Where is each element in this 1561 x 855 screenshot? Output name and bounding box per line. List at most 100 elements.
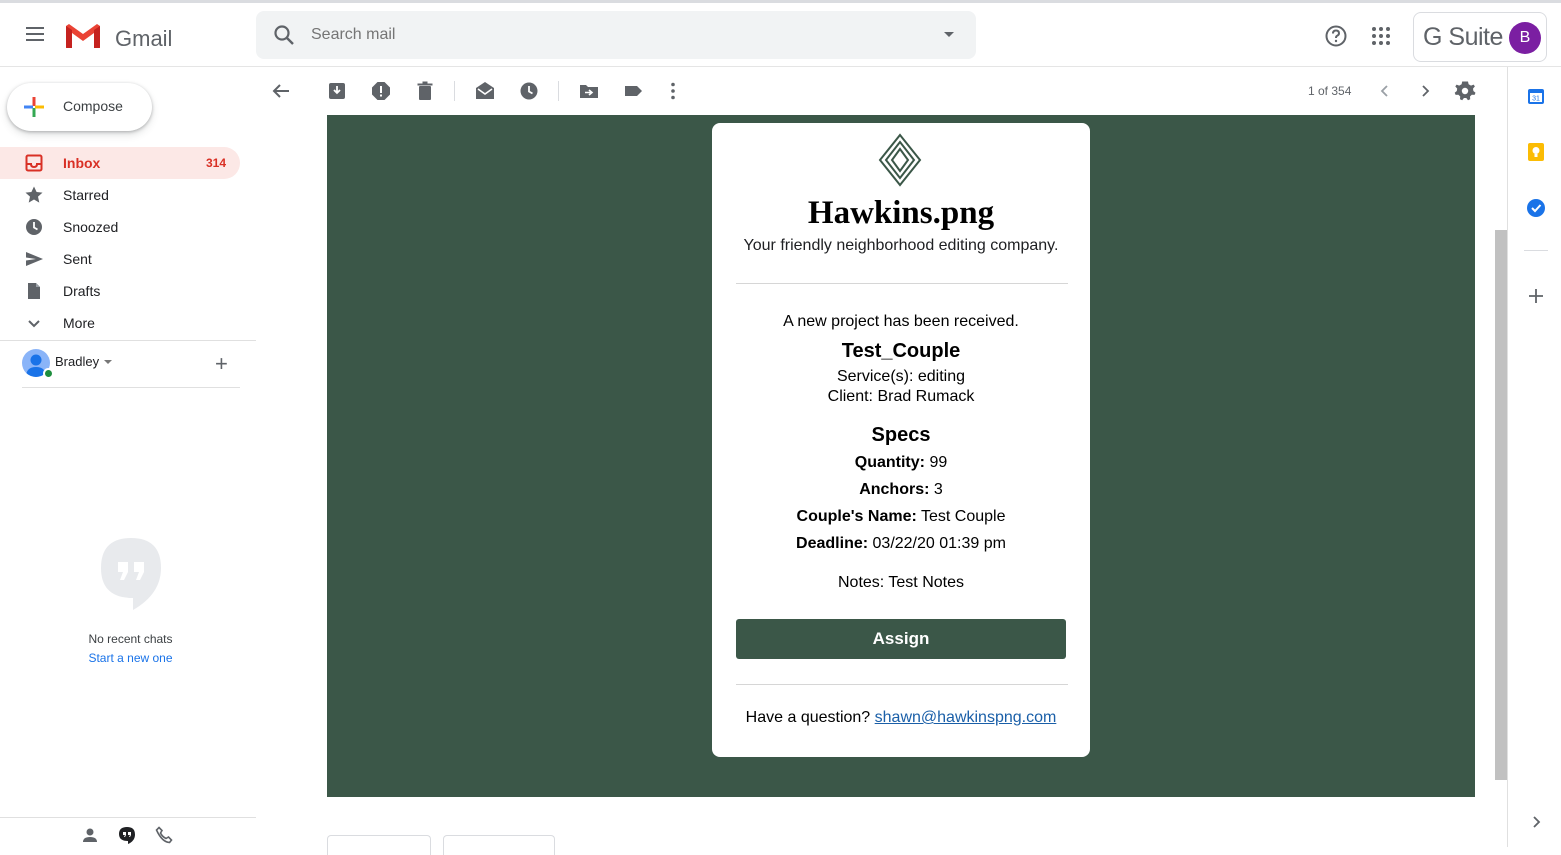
chevron-down-icon	[28, 320, 40, 328]
archive-icon[interactable]	[326, 80, 348, 102]
email-card: Hawkins.png Your friendly neighborhood e…	[712, 123, 1090, 757]
snooze-clock-icon[interactable]	[518, 80, 540, 102]
hangouts-quote-icon	[101, 538, 161, 610]
sidebar-item-label: More	[63, 315, 95, 331]
reply-button[interactable]	[327, 835, 431, 855]
sidebar-item-starred[interactable]: Starred	[0, 179, 240, 211]
sidebar-item-label: Drafts	[63, 283, 101, 299]
delete-trash-icon[interactable]	[414, 80, 436, 102]
spec-couples-name: Couple's Name: Test Couple	[712, 508, 1090, 526]
spec-value: Test Couple	[920, 508, 1006, 525]
spec-quantity: Quantity: 99	[712, 454, 1090, 472]
search-input[interactable]	[311, 23, 911, 47]
star-icon	[25, 186, 43, 203]
sidebar-divider	[0, 340, 256, 341]
older-chevron-right-icon[interactable]	[1414, 80, 1436, 102]
svg-text:31: 31	[1532, 96, 1540, 103]
toolbar-divider	[454, 81, 455, 101]
get-addons-plus-icon[interactable]	[1526, 286, 1546, 306]
main-menu-icon[interactable]	[22, 23, 48, 47]
question-text: Have a question?	[745, 709, 871, 726]
help-icon[interactable]	[1325, 25, 1347, 47]
report-spam-icon[interactable]	[370, 80, 392, 102]
clock-icon	[26, 219, 42, 235]
toolbar-divider	[558, 81, 559, 101]
search-options-caret-icon[interactable]	[944, 32, 954, 37]
send-icon	[26, 252, 43, 266]
sidebar-item-sent[interactable]: Sent	[0, 243, 240, 275]
side-panel: 31	[1507, 67, 1561, 847]
specs-heading: Specs	[871, 424, 931, 446]
assign-button[interactable]: Assign	[736, 619, 1066, 659]
sidebar-item-snoozed[interactable]: Snoozed	[0, 211, 240, 243]
sidebar-item-label: Sent	[63, 251, 92, 267]
sidebar-bottom-bar	[0, 817, 256, 847]
forward-button[interactable]	[443, 835, 555, 855]
no-recent-chats-text: No recent chats	[88, 632, 173, 646]
spec-label: Anchors:	[859, 481, 930, 498]
sidebar: Compose Inbox 314 Starred Snoozed Sent D…	[0, 67, 256, 847]
hangouts-user-row[interactable]: Bradley +	[20, 347, 240, 381]
tasks-check-icon[interactable]	[1526, 198, 1546, 218]
settings-gear-icon[interactable]	[1454, 80, 1476, 102]
apps-grid-icon[interactable]	[1371, 26, 1391, 46]
project-services: Service(s): editing	[836, 368, 966, 385]
sidebar-item-label: Inbox	[63, 155, 101, 171]
contact-email-link[interactable]: shawn@hawkinspng.com	[875, 709, 1057, 726]
draft-icon	[28, 283, 40, 299]
brand-tagline: Your friendly neighborhood editing compa…	[743, 237, 1059, 254]
mark-unread-icon[interactable]	[474, 80, 496, 102]
email-body-background: Hawkins.png Your friendly neighborhood e…	[327, 115, 1475, 797]
compose-label: Compose	[63, 98, 123, 114]
card-divider	[736, 684, 1068, 685]
compose-button[interactable]: Compose	[7, 83, 152, 131]
account-avatar[interactable]: B	[1509, 22, 1541, 54]
gsuite-label: G Suite	[1423, 23, 1503, 51]
search-icon[interactable]	[272, 23, 296, 47]
gmail-wordmark[interactable]: Gmail	[115, 26, 172, 52]
compose-plus-icon	[24, 97, 44, 117]
sidebar-item-label: Starred	[63, 187, 109, 203]
move-to-folder-icon[interactable]	[578, 80, 600, 102]
hangouts-chat-icon[interactable]	[118, 826, 136, 844]
online-status-dot	[43, 368, 54, 379]
message-toolbar: 1 of 354	[256, 67, 1491, 115]
newer-chevron-left-icon[interactable]	[1374, 80, 1396, 102]
start-new-chat-link[interactable]: Start a new one	[0, 651, 261, 665]
phone-icon[interactable]	[155, 826, 173, 844]
back-arrow-icon[interactable]	[270, 80, 292, 102]
sidebar-item-drafts[interactable]: Drafts	[0, 275, 240, 307]
keep-bulb-icon[interactable]	[1526, 142, 1546, 162]
hangouts-divider	[22, 387, 240, 388]
project-notice: A new project has been received.	[783, 313, 1019, 330]
spec-value: 99	[929, 454, 948, 471]
card-divider	[736, 283, 1068, 284]
inbox-count-badge: 314	[205, 156, 226, 170]
gsuite-account-box[interactable]: G Suite B	[1413, 12, 1547, 62]
inbox-icon	[25, 154, 43, 172]
top-bar: Gmail G Suite B	[0, 0, 1561, 67]
contact-line: Have a question? shawn@hawkinspng.com	[712, 709, 1090, 727]
gmail-logo-icon[interactable]	[64, 22, 102, 50]
project-client: Client: Brad Rumack	[827, 388, 975, 405]
sidebar-item-inbox[interactable]: Inbox 314	[0, 147, 240, 179]
user-name[interactable]: Bradley	[55, 354, 99, 369]
new-conversation-plus-icon[interactable]: +	[215, 351, 228, 377]
calendar-icon[interactable]: 31	[1526, 86, 1546, 106]
spec-value: 03/22/20 01:39 pm	[872, 535, 1006, 552]
spec-value: 3	[933, 481, 943, 498]
project-notes: Notes: Test Notes	[838, 574, 964, 591]
label-tag-icon[interactable]	[622, 80, 644, 102]
contacts-person-icon[interactable]	[81, 826, 99, 844]
spec-anchors: Anchors: 3	[712, 481, 1090, 499]
spec-label: Deadline:	[796, 535, 869, 552]
user-status-caret-icon[interactable]	[104, 360, 112, 364]
sidebar-item-more[interactable]: More	[0, 307, 240, 339]
expand-panel-chevron-icon[interactable]	[1526, 812, 1546, 832]
more-options-icon[interactable]	[662, 80, 684, 102]
hawkins-diamond-logo-icon	[878, 133, 922, 187]
scrollbar-thumb[interactable]	[1495, 230, 1507, 780]
search-bar[interactable]	[256, 11, 976, 59]
spec-deadline: Deadline: 03/22/20 01:39 pm	[712, 535, 1090, 553]
side-panel-divider	[1524, 250, 1548, 251]
